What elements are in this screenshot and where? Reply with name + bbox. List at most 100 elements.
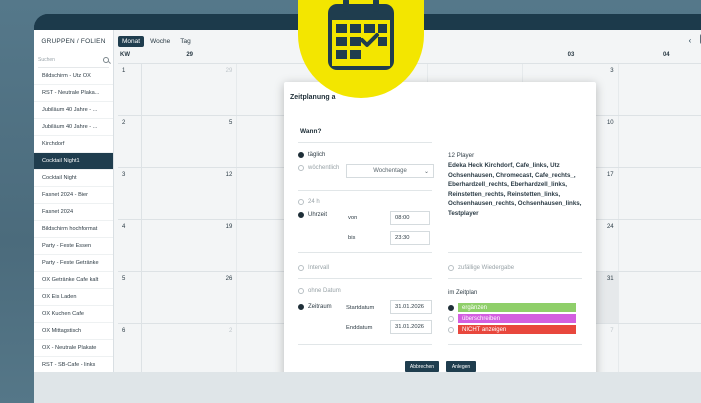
search-icon[interactable] — [103, 56, 109, 63]
calendar-day-cell[interactable] — [619, 272, 701, 323]
sidebar-item[interactable]: Cocktail Night1 — [34, 153, 113, 170]
sidebar-item[interactable]: OX Mittagstisch — [34, 323, 113, 340]
day-number: 24 — [606, 224, 614, 230]
option-daily[interactable]: täglich — [298, 152, 325, 158]
label-ohne-datum: ohne Datum — [308, 288, 341, 294]
enddatum-input[interactable]: 31.01.2026 — [390, 320, 432, 334]
weekday-select[interactable]: Wochentage ⌄ — [346, 164, 434, 178]
view-month-button[interactable]: Monat — [118, 35, 145, 47]
sidebar-item[interactable]: Party - Feste Essen — [34, 238, 113, 255]
sidebar-search[interactable]: Suchen — [38, 52, 109, 68]
option-ohne-datum[interactable]: ohne Datum — [298, 288, 341, 294]
radio-uhrzeit[interactable] — [298, 212, 304, 218]
sidebar-item[interactable]: OX - Neutrale Plakate — [34, 340, 113, 357]
calendar-day-cell[interactable] — [619, 64, 701, 115]
sidebar-item[interactable]: OX Kuchen Cafe — [34, 306, 113, 323]
checkbox-intervall[interactable] — [298, 265, 304, 271]
day-header: 03 — [567, 52, 575, 58]
calendar-nav: ‹ › — [689, 36, 701, 45]
day-header — [428, 52, 523, 63]
chevron-left-icon[interactable]: ‹ — [689, 36, 692, 45]
calendar-day-cell[interactable]: 26 — [142, 272, 238, 323]
day-number: 3 — [610, 68, 614, 74]
option-intervall[interactable]: Intervall — [298, 265, 329, 271]
sidebar-item[interactable]: Jubiläum 40 Jahre - ... — [34, 119, 113, 136]
day-number: 17 — [606, 172, 614, 178]
radio-nicht-anzeigen[interactable] — [448, 327, 454, 333]
bis-label: bis — [348, 235, 356, 241]
players-count: 12 Player — [448, 152, 475, 159]
radio-ergaenzen[interactable] — [448, 305, 454, 311]
cancel-button[interactable]: Abbrechen — [405, 361, 439, 372]
divider — [298, 278, 432, 279]
players-list: Edeka Heck Kirchdorf, Cafe_links, Utz Oc… — [448, 162, 582, 217]
option-weekly[interactable]: wöchentlich — [298, 165, 339, 171]
day-number: 29 — [225, 68, 233, 74]
option-ergaenzen[interactable]: ergänzen — [458, 303, 576, 312]
im-zeitplan-heading: im Zeitplan — [448, 290, 478, 296]
option-nicht-anzeigen[interactable]: NICHT anzeigen — [458, 325, 576, 334]
week-number: 1 — [118, 64, 142, 115]
week-number: 3 — [118, 168, 142, 219]
sidebar-item[interactable]: RST - Neutrale Plaka... — [34, 85, 113, 102]
sidebar-item[interactable]: Kirchdorf — [34, 136, 113, 153]
kw-header: KW — [120, 52, 130, 58]
view-day-button[interactable]: Tag — [176, 36, 194, 47]
radio-weekly[interactable] — [298, 165, 304, 171]
day-number: 7 — [610, 328, 614, 334]
startdatum-input[interactable]: 31.01.2026 — [390, 300, 432, 314]
option-24h[interactable]: 24 h — [298, 199, 320, 205]
divider — [298, 142, 432, 143]
weekday-select-value: Wochentage — [373, 168, 407, 174]
sidebar-item[interactable]: Fasnet 2024 - Bier — [34, 187, 113, 204]
calendar-day-cell[interactable] — [619, 324, 701, 375]
calendar-day-cell[interactable] — [619, 168, 701, 219]
divider — [298, 190, 432, 191]
sidebar-item[interactable]: Party - Feste Getränke — [34, 255, 113, 272]
calendar-day-cell[interactable]: 19 — [142, 220, 238, 271]
option-uhrzeit[interactable]: Uhrzeit — [298, 212, 327, 218]
calendar-day-cell[interactable]: 29 — [142, 64, 238, 115]
day-number: 5 — [228, 120, 233, 126]
week-number: 2 — [118, 116, 142, 167]
divider — [448, 344, 582, 345]
view-week-button[interactable]: Woche — [146, 36, 174, 47]
enddatum-label: Enddatum — [346, 325, 373, 331]
sidebar-item[interactable]: Bildschirm - Utz OX — [34, 68, 113, 85]
calendar-day-cell[interactable]: 12 — [142, 168, 238, 219]
sidebar-item[interactable]: Jubiläum 40 Jahre - ... — [34, 102, 113, 119]
label-intervall: Intervall — [308, 265, 330, 271]
bis-input[interactable]: 23:30 — [390, 231, 430, 245]
label-24h: 24 h — [308, 199, 320, 205]
sidebar-item[interactable]: Bildschirm hochformat — [34, 221, 113, 238]
divider — [298, 252, 432, 253]
option-ueberschreiben[interactable]: überschreiben — [458, 314, 576, 323]
radio-ueberschreiben[interactable] — [448, 316, 454, 322]
calendar-day-cell[interactable] — [619, 116, 701, 167]
search-input[interactable]: Suchen — [38, 57, 55, 63]
sidebar-item[interactable]: OX Eis Laden — [34, 289, 113, 306]
sidebar-list: Bildschirm - Utz OX RST - Neutrale Plaka.… — [34, 68, 113, 374]
von-input[interactable]: 08:00 — [390, 211, 430, 225]
von-label: von — [348, 215, 358, 221]
day-number: 2 — [228, 328, 233, 334]
day-number: 10 — [606, 120, 614, 126]
radio-24h[interactable] — [298, 199, 304, 205]
day-number: 26 — [225, 276, 233, 282]
sidebar-item[interactable]: Cocktail Night — [34, 170, 113, 187]
option-zufaellig[interactable]: zufällige Wiedergabe — [448, 265, 514, 271]
option-zeitraum[interactable]: Zeitraum — [298, 304, 332, 310]
calendar-day-cell[interactable]: 2 — [142, 324, 238, 375]
radio-zeitraum[interactable] — [298, 304, 304, 310]
calendar-day-cell[interactable]: 5 — [142, 116, 238, 167]
sidebar-item[interactable]: Fasnet 2024 — [34, 204, 113, 221]
create-button[interactable]: Anlegen — [446, 361, 476, 372]
day-number: 31 — [606, 276, 614, 282]
radio-ohne-datum[interactable] — [298, 288, 304, 294]
radio-daily[interactable] — [298, 152, 304, 158]
calendar-day-cell[interactable] — [619, 220, 701, 271]
sidebar-item[interactable]: OX Getränke Cafe kalt — [34, 272, 113, 289]
label-zufaellig: zufällige Wiedergabe — [458, 265, 515, 271]
checkbox-zufaellig[interactable] — [448, 265, 454, 271]
label-uhrzeit: Uhrzeit — [308, 212, 328, 218]
